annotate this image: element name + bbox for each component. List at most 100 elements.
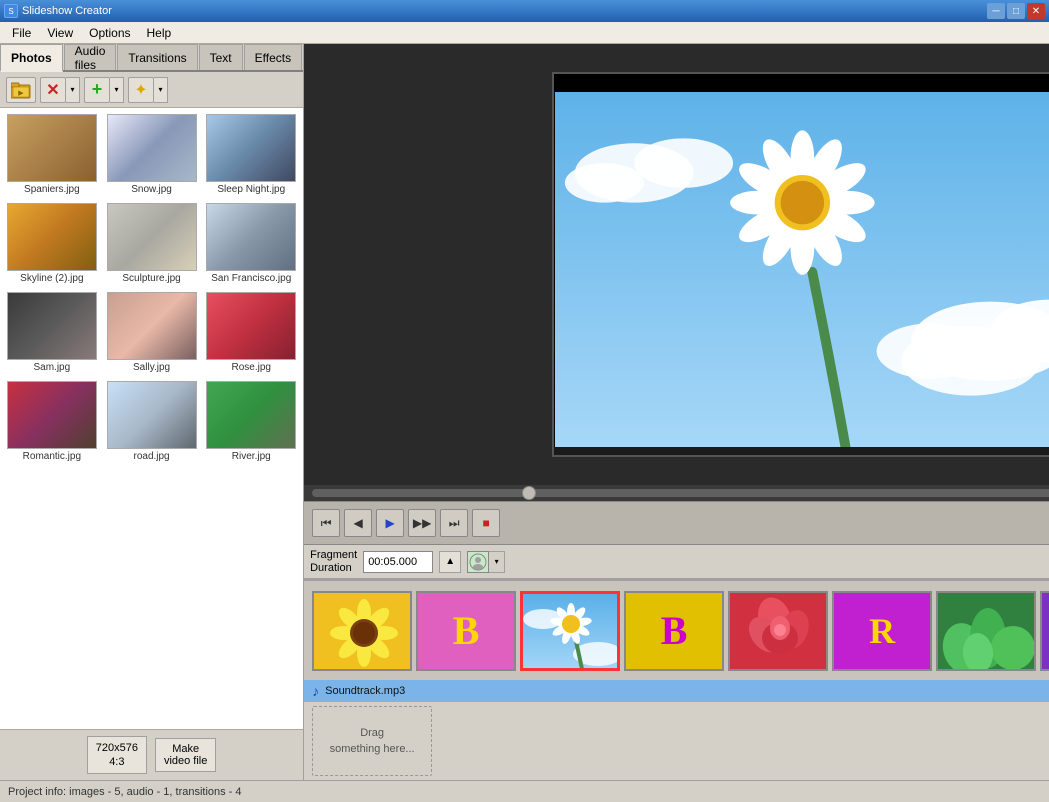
timeline: B xyxy=(304,580,1049,680)
soundtrack-label: Soundtrack.mp3 xyxy=(325,685,405,697)
fragment-up-button[interactable]: ▲ xyxy=(439,551,461,573)
tab-effects[interactable]: Effects xyxy=(244,44,302,70)
delete-dropdown[interactable]: ▾ xyxy=(66,77,80,103)
photo-filename: Romantic.jpg xyxy=(23,451,81,462)
main-layout: Photos Audio files Transitions Text Effe… xyxy=(0,44,1049,780)
photo-filename: road.jpg xyxy=(133,451,169,462)
preview-black-bar-bottom xyxy=(554,447,1049,455)
photo-filename: Sleep Night.jpg xyxy=(217,184,285,195)
make-video-button[interactable]: Make video file xyxy=(155,738,216,772)
drag-drop-zone[interactable]: Dragsomething here... xyxy=(312,706,432,776)
delete-button[interactable]: ✕ xyxy=(40,77,66,103)
photo-thumbnail xyxy=(7,381,97,449)
photo-thumbnail xyxy=(107,381,197,449)
fast-forward-button[interactable]: ⏭ xyxy=(440,509,468,537)
timeline-item[interactable] xyxy=(728,591,828,671)
photo-toolbar: ▶ ✕ ▾ + ▾ ✦ ▾ xyxy=(0,72,303,108)
photo-thumbnail xyxy=(206,381,296,449)
right-panel: ⏮ ◀ ▶ ▶▶ ⏭ ■ 📷 ⛶ 7.0 s / 33.0 s Fragment… xyxy=(304,44,1049,780)
list-item[interactable]: San Francisco.jpg xyxy=(203,201,299,286)
list-item[interactable]: Romantic.jpg xyxy=(4,379,100,464)
list-item[interactable]: Skyline (2).jpg xyxy=(4,201,100,286)
tab-photos[interactable]: Photos xyxy=(0,44,63,72)
list-item[interactable]: Sleep Night.jpg xyxy=(203,112,299,197)
preview-area xyxy=(304,44,1049,485)
timeline-item[interactable]: R xyxy=(832,591,932,671)
list-item[interactable]: road.jpg xyxy=(104,379,200,464)
tab-bar: Photos Audio files Transitions Text Effe… xyxy=(0,44,303,72)
left-bottom-toolbar: 720x576 4:3 Make video file xyxy=(0,729,303,780)
fragment-label: Fragment Duration xyxy=(310,549,357,575)
timeline-item[interactable] xyxy=(936,591,1036,671)
photo-filename: Rose.jpg xyxy=(232,362,271,373)
list-item[interactable]: Sam.jpg xyxy=(4,290,100,375)
menu-help[interactable]: Help xyxy=(139,24,180,42)
step-forward-button[interactable]: ▶▶ xyxy=(408,509,436,537)
photo-filename: Sam.jpg xyxy=(34,362,71,373)
stop-button[interactable]: ■ xyxy=(472,509,500,537)
photo-thumbnail xyxy=(7,292,97,360)
minimize-button[interactable]: ─ xyxy=(987,3,1005,19)
timeline-item[interactable]: B xyxy=(624,591,724,671)
photo-thumbnail xyxy=(107,114,197,182)
photo-filename: Sally.jpg xyxy=(133,362,170,373)
photo-grid: Spaniers.jpg Snow.jpg Sleep Night.jpg Sk… xyxy=(0,108,303,729)
app-title: Slideshow Creator xyxy=(22,5,112,17)
list-item[interactable]: Spaniers.jpg xyxy=(4,112,100,197)
soundtrack-bar: ♪ Soundtrack.mp3 xyxy=(304,680,1049,702)
timeline-item[interactable] xyxy=(312,591,412,671)
menu-options[interactable]: Options xyxy=(81,24,138,42)
seekbar-row xyxy=(304,485,1049,501)
timeline-item[interactable]: ΖΞ xyxy=(1040,591,1049,671)
star-dropdown[interactable]: ▾ xyxy=(154,77,168,103)
status-bar: Project info: images - 5, audio - 1, tra… xyxy=(0,780,1049,802)
preview-frame xyxy=(552,72,1049,457)
resolution-line2: 4:3 xyxy=(96,755,138,769)
seekbar-thumb[interactable] xyxy=(522,486,536,500)
menu-file[interactable]: File xyxy=(4,24,39,42)
menu-view[interactable]: View xyxy=(39,24,81,42)
tab-transitions[interactable]: Transitions xyxy=(117,44,197,70)
photo-thumbnail xyxy=(206,292,296,360)
menubar: File View Options Help xyxy=(0,22,1049,44)
photo-thumbnail xyxy=(107,292,197,360)
photo-thumbnail xyxy=(107,203,197,271)
rewind-to-start-button[interactable]: ⏮ xyxy=(312,509,340,537)
step-back-button[interactable]: ◀ xyxy=(344,509,372,537)
svg-text:S: S xyxy=(8,7,13,16)
list-item[interactable]: Sally.jpg xyxy=(104,290,200,375)
open-folder-button[interactable]: ▶ xyxy=(6,77,36,103)
resolution-display: 720x576 4:3 xyxy=(87,736,147,774)
photo-thumbnail xyxy=(7,114,97,182)
star-button[interactable]: ✦ xyxy=(128,77,154,103)
maximize-button[interactable]: □ xyxy=(1007,3,1025,19)
timeline-item[interactable]: B xyxy=(416,591,516,671)
bottom-area: Dragsomething here... xyxy=(304,702,1049,780)
fragment-drop-arrow[interactable]: ▾ xyxy=(489,551,505,573)
seekbar-track[interactable] xyxy=(312,489,1049,497)
photo-filename: San Francisco.jpg xyxy=(211,273,291,284)
list-item[interactable]: Sculpture.jpg xyxy=(104,201,200,286)
preview-black-bar-top xyxy=(554,74,1049,92)
close-button[interactable]: ✕ xyxy=(1027,3,1045,19)
play-button[interactable]: ▶ xyxy=(376,509,404,537)
timeline-item-selected[interactable] xyxy=(520,591,620,671)
add-button[interactable]: + xyxy=(84,77,110,103)
preview-image xyxy=(554,74,1049,455)
add-dropdown[interactable]: ▾ xyxy=(110,77,124,103)
fragment-duration-input[interactable] xyxy=(363,551,433,573)
list-item[interactable]: Rose.jpg xyxy=(203,290,299,375)
playback-controls: ⏮ ◀ ▶ ▶▶ ⏭ ■ 📷 ⛶ 7.0 s / 33.0 s xyxy=(304,501,1049,545)
photo-thumbnail xyxy=(206,114,296,182)
fragment-thumb xyxy=(467,551,489,573)
list-item[interactable]: River.jpg xyxy=(203,379,299,464)
list-item[interactable]: Snow.jpg xyxy=(104,112,200,197)
left-panel: Photos Audio files Transitions Text Effe… xyxy=(0,44,304,780)
photo-filename: River.jpg xyxy=(232,451,271,462)
tab-text[interactable]: Text xyxy=(199,44,243,70)
photo-filename: Snow.jpg xyxy=(131,184,172,195)
photo-filename: Skyline (2).jpg xyxy=(20,273,83,284)
tab-audio[interactable]: Audio files xyxy=(64,44,117,70)
photo-filename: Sculpture.jpg xyxy=(122,273,180,284)
photo-grid-inner: Spaniers.jpg Snow.jpg Sleep Night.jpg Sk… xyxy=(4,112,299,464)
